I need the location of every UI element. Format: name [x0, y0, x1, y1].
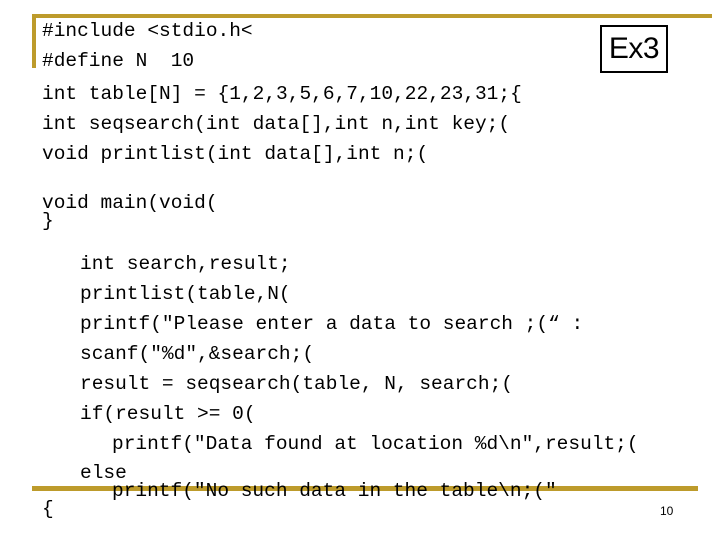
page-number: 10 — [660, 504, 674, 518]
line-printlist-call: printlist(table,N( — [80, 283, 291, 305]
line-close-brace: } — [42, 210, 54, 232]
line-scanf: scanf("%d",&search;( — [80, 343, 315, 365]
line-printf-notfound: printf("No such data in the table\n;(" — [112, 480, 557, 502]
line-printf-found: printf("Data found at location %d\n",res… — [112, 433, 639, 455]
line-vars: int search,result; — [80, 253, 291, 275]
line-printlist-proto: void printlist(int data[],int n;( — [42, 143, 429, 165]
line-include: #include <stdio.h< — [42, 20, 253, 42]
line-open-brace: { — [42, 498, 54, 520]
line-main: void main(void( — [42, 192, 218, 214]
line-if: if(result >= 0( — [80, 403, 256, 425]
slide-canvas: Ex3 #include <stdio.h< #define N 10 int ta… — [0, 0, 720, 540]
line-table-decl: int table[N] = {1,2,3,5,6,7,10,22,23,31;… — [42, 83, 522, 105]
line-result-assign: result = seqsearch(table, N, search;( — [80, 373, 513, 395]
exercise-badge: Ex3 — [600, 25, 668, 73]
top-accent-rule — [32, 14, 712, 18]
line-seqsearch-proto: int seqsearch(int data[],int n,int key;( — [42, 113, 511, 135]
line-define: #define N 10 — [42, 50, 195, 72]
left-accent-rule — [32, 16, 36, 68]
line-printf-prompt: printf("Please enter a data to search ;(… — [80, 313, 584, 335]
